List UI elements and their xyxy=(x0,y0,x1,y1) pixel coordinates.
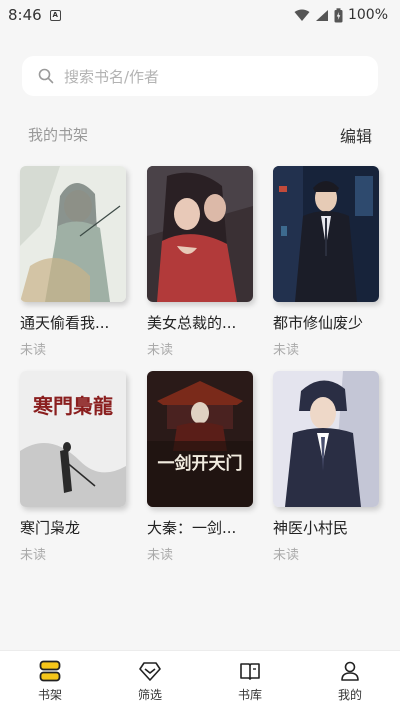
search-input[interactable]: 搜索书名/作者 xyxy=(22,56,378,96)
book-title: 寒门枭龙 xyxy=(20,519,81,537)
nav-label: 筛选 xyxy=(137,687,162,702)
signal-icon xyxy=(315,9,328,21)
battery-percent: 100% xyxy=(347,7,388,23)
notification-icon: A xyxy=(49,9,61,21)
book-cover[interactable]: 寒門梟龍 xyxy=(20,371,126,507)
book-cover[interactable] xyxy=(273,371,379,507)
book-status: 未读 xyxy=(147,343,174,358)
status-right: 100% xyxy=(294,7,388,23)
book-cover[interactable] xyxy=(20,166,126,302)
nav-label: 书架 xyxy=(37,687,62,702)
search-placeholder: 搜索书名/作者 xyxy=(64,67,160,86)
cover-art-title: 一剑开天门 xyxy=(158,453,243,474)
nav-label: 我的 xyxy=(337,687,362,702)
status-time: 8:46 xyxy=(8,6,42,24)
book-title: 都市修仙废少 xyxy=(273,314,364,332)
book-item[interactable]: 神医小村民 未读 xyxy=(273,371,379,563)
nav-item-filter[interactable]: 筛选 xyxy=(110,660,190,703)
book-title: 神医小村民 xyxy=(273,519,349,537)
search-icon xyxy=(38,68,54,84)
book-item[interactable]: 美女总裁的... 未读 xyxy=(147,166,253,358)
bookshelf-icon xyxy=(39,660,61,681)
book-title: 大秦：一剑... xyxy=(147,519,237,537)
bottom-nav: 书架 筛选 书库 我的 xyxy=(0,650,400,711)
book-status: 未读 xyxy=(147,548,174,563)
nav-item-bookshelf[interactable]: 书架 xyxy=(10,660,90,703)
status-left: 8:46 A xyxy=(8,6,61,24)
edit-button[interactable]: 编辑 xyxy=(340,123,372,147)
book-item[interactable]: 都市修仙废少 未读 xyxy=(273,166,379,358)
book-title: 通天偷看我... xyxy=(20,314,110,332)
wifi-icon xyxy=(294,9,310,21)
diamond-filter-icon xyxy=(139,661,161,681)
book-title: 美女总裁的... xyxy=(147,314,237,332)
book-status: 未读 xyxy=(273,548,300,563)
shelf-title: 我的书架 xyxy=(28,126,89,144)
book-item[interactable]: 寒門梟龍 寒门枭龙 未读 xyxy=(20,371,126,563)
cover-art-title: 寒門梟龍 xyxy=(33,394,113,418)
nav-item-library[interactable]: 书库 xyxy=(210,660,290,703)
book-cover[interactable]: 一剑开天门 xyxy=(147,371,253,507)
book-item[interactable]: 通天偷看我... 未读 xyxy=(20,166,126,358)
open-book-icon xyxy=(240,662,260,680)
book-status: 未读 xyxy=(20,548,47,563)
book-item[interactable]: 一剑开天门 大秦：一剑... 未读 xyxy=(147,371,253,563)
status-bar: 8:46 A 100% xyxy=(0,0,400,30)
nav-item-profile[interactable]: 我的 xyxy=(310,660,390,703)
nav-label: 书库 xyxy=(237,687,262,702)
book-status: 未读 xyxy=(20,343,47,358)
battery-icon xyxy=(334,7,343,22)
book-status: 未读 xyxy=(273,343,300,358)
book-cover[interactable] xyxy=(147,166,253,302)
book-cover[interactable] xyxy=(273,166,379,302)
user-icon xyxy=(341,661,359,681)
